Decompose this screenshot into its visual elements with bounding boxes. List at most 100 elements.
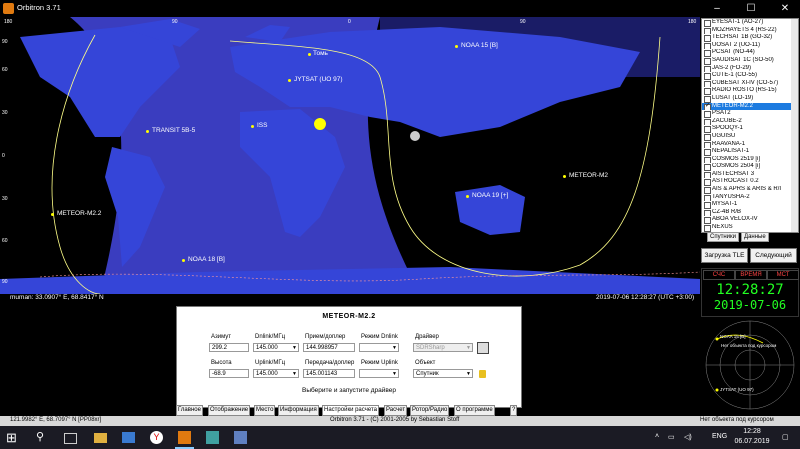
checkbox[interactable] [704,149,711,156]
load-tle-button[interactable]: Загрузка TLE [701,248,748,263]
search-icon[interactable]: ⚲ [36,430,51,445]
driver-select[interactable]: SDRSharp ▼ [413,343,473,352]
checkbox[interactable] [704,209,711,217]
list-item[interactable]: TANYUSHA-2 [702,194,798,202]
checkbox[interactable] [704,141,711,149]
list-item[interactable]: PCSAT (NO-44) [702,49,798,57]
tab-calculation[interactable]: Расчет [384,405,408,416]
dnlink-select[interactable]: 145.000 ▼ [253,343,299,352]
close-icon[interactable]: ✕ [770,0,800,17]
checkbox[interactable] [704,217,711,225]
list-item[interactable]: LUSAT (LO-19) [702,95,798,103]
app-icon[interactable] [206,431,219,444]
checkbox[interactable] [704,95,711,103]
list-item[interactable]: AISTECHSAT 3 [702,171,798,179]
list-item[interactable]: PSAT2 [702,110,798,118]
list-item[interactable]: CUTE-1 (CO-55) [702,72,798,80]
checkbox[interactable] [704,179,711,187]
network-icon[interactable]: ▭ [668,433,675,441]
checkbox[interactable] [704,187,711,194]
notifications-icon[interactable]: ▢ [782,433,789,441]
computer-icon[interactable] [122,432,135,443]
checkbox[interactable] [704,171,711,179]
list-item[interactable]: SAUDISAT 1C (SO-50) [702,57,798,65]
list-item[interactable]: ASTROCAST 0.2 [702,178,798,187]
clock-header[interactable]: СЧС [703,270,735,280]
tab-rotor-radio[interactable]: Ротор/Радио [410,405,450,416]
tab-information[interactable]: Информация [278,405,319,416]
satellite-marker[interactable] [466,195,469,198]
tab-calc-settings[interactable]: Настройки расчета [322,405,379,416]
radar-view[interactable]: NOAA 15 [B] Нет объекта под курсором JYT… [703,317,797,412]
list-item[interactable]: NEPALISAT-1 [702,148,798,156]
taskbar-date[interactable]: 06.07.2019 [732,438,772,445]
uplink-select[interactable]: 145.000 ▼ [253,369,299,378]
list-item[interactable]: RAAVANA-1 [702,141,798,149]
clock-header[interactable]: ВРЕМЯ [735,270,767,280]
list-item[interactable]: AIS & APRS & ARIS & R/I [702,186,798,194]
checkbox[interactable] [704,164,711,171]
network-app-icon[interactable] [234,431,247,444]
tab-satellites[interactable]: Спутники [707,232,739,242]
satellite-marker[interactable] [308,53,311,56]
next-button[interactable]: Следующий [750,248,797,263]
checkbox[interactable] [704,42,711,50]
checkbox[interactable] [704,225,711,232]
list-item[interactable]: CZ-4B R/B [702,209,798,217]
list-item[interactable]: RADIO ROSTO (RS-15) [702,87,798,95]
checkbox[interactable] [704,57,711,65]
world-map[interactable]: 90 60 30 0 30 60 90 180 90 0 90 180 NOAA… [0,17,700,301]
list-item[interactable]: TECHSAT 1B (GO-32) [702,34,798,42]
list-item[interactable]: NEXUS [702,224,798,232]
list-item[interactable]: COSMOS 2519 [i] [702,156,798,164]
satellite-marker[interactable] [182,259,185,262]
checkbox[interactable] [704,126,711,133]
checkbox[interactable] [704,20,711,27]
satellite-marker[interactable] [251,125,254,128]
list-item[interactable]: COSMOS 2504 [i] [702,163,798,171]
mode-uplink-select[interactable]: ▼ [359,369,399,378]
task-view-icon[interactable] [64,433,77,444]
tray-chevron-icon[interactable]: ˄ [655,433,659,440]
list-item[interactable]: EYESAT-1 (AO-27) [702,19,798,27]
checkbox[interactable] [704,194,711,202]
tab-about[interactable]: О программе [454,405,495,416]
satellite-marker[interactable] [146,130,149,133]
satellite-marker[interactable] [455,45,458,48]
list-item[interactable]: ABOA VELOX-IV [702,216,798,225]
checkbox[interactable] [704,35,711,42]
checkbox[interactable] [704,156,711,164]
checkbox[interactable] [704,118,711,126]
checkbox[interactable] [704,103,711,111]
checkbox[interactable] [704,80,711,88]
checkbox[interactable] [704,50,711,57]
object-select[interactable]: Спутник ▼ [413,369,473,378]
minimize-icon[interactable]: – [702,0,732,17]
keyboard-language[interactable]: ENG [712,433,727,440]
satellite-marker[interactable] [51,213,54,216]
list-item[interactable]: SPOOQY-1 [702,125,798,133]
tab-main[interactable]: Главное [176,405,203,416]
yandex-browser-icon[interactable]: Y [150,431,163,444]
windows-start-icon[interactable]: ⊞ [6,430,21,445]
file-explorer-icon[interactable] [94,433,107,443]
tab-location[interactable]: Место [254,405,276,416]
lock-icon[interactable] [479,370,486,378]
list-item[interactable]: CUBESAT XI-IV (CO-57) [702,80,798,88]
list-item[interactable]: METEOR-M2.2 [702,102,798,111]
clock-header[interactable]: МСТ [767,270,799,280]
checkbox[interactable] [704,88,711,95]
checkbox[interactable] [704,27,711,35]
driver-settings-icon[interactable] [477,342,489,354]
list-item[interactable]: JAS-2 (FO-29) [702,65,798,73]
tab-help[interactable]: ? [510,405,518,416]
list-scrollbar[interactable] [791,19,798,232]
checkbox[interactable] [704,111,711,118]
checkbox[interactable] [704,202,711,209]
list-item[interactable]: UOSAT 2 (UO-11) [702,42,798,50]
mode-dnlink-select[interactable]: ▼ [359,343,399,352]
tab-display[interactable]: Отображение [208,405,251,416]
checkbox[interactable] [704,133,711,141]
checkbox[interactable] [704,73,711,80]
satellite-marker[interactable] [288,79,291,82]
